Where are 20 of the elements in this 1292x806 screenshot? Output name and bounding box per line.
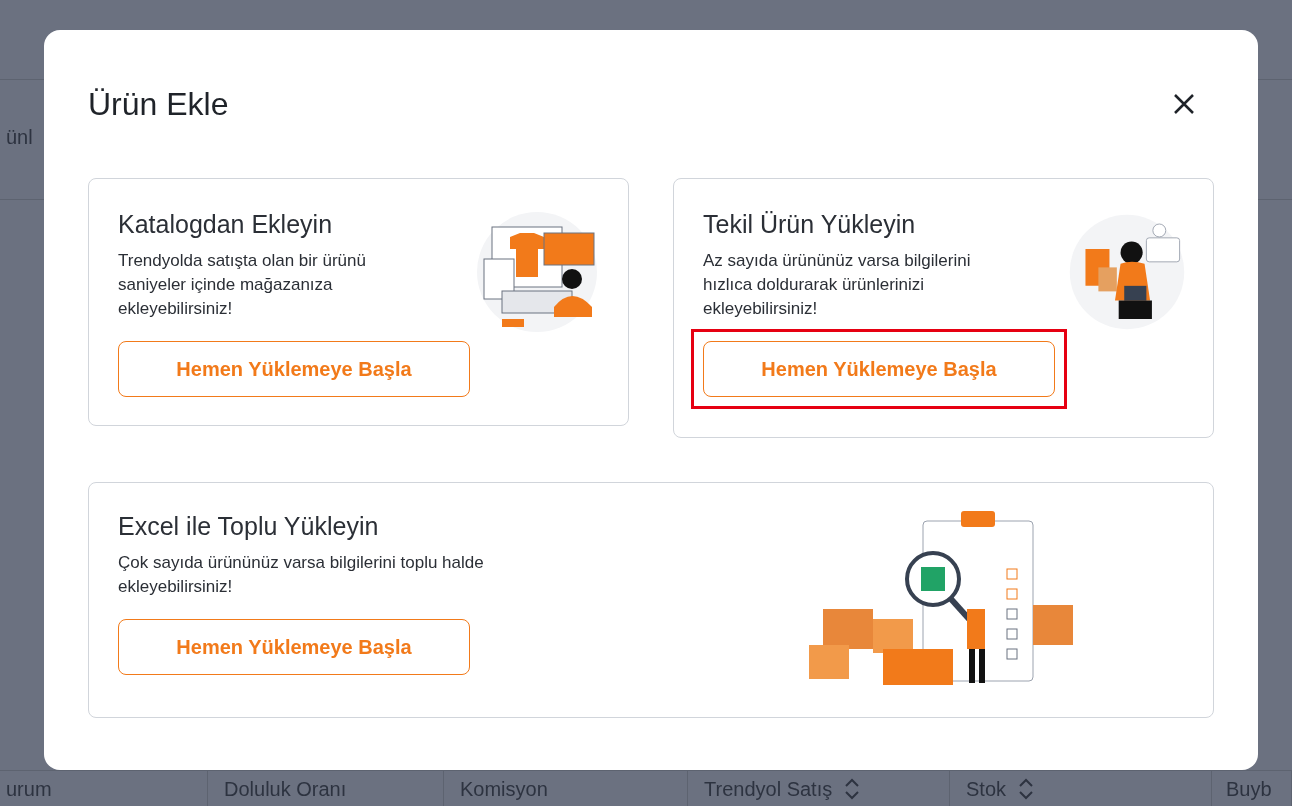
column-header: Trendyol Satış	[704, 776, 833, 802]
option-title: Katalogdan Ekleyin	[118, 209, 334, 240]
option-title: Excel ile Toplu Yükleyin	[118, 511, 380, 542]
option-description: Trendyolda satışta olan bir ürünü saniyeler içinde mağazanıza ekleyebilirsiniz!	[118, 250, 367, 320]
start-upload-button[interactable]: Hemen Yüklemeye Başla	[118, 341, 470, 397]
option-description: Az sayıda ürününüz varsa bilgilerini hızlıca doldurarak ürünlerinizi ekleyebilirsiniz!	[703, 250, 972, 320]
option-description: Çok sayıda ürününüz varsa bilgilerini toplu halde ekleyebilirsiniz!	[118, 552, 485, 598]
close-icon	[1173, 93, 1195, 115]
column-header: Komisyon	[460, 776, 548, 802]
start-upload-button[interactable]: Hemen Yüklemeye Başla	[118, 619, 470, 675]
column-header: Doluluk Oranı	[224, 776, 347, 802]
option-title: Tekil Ürün Yükleyin	[703, 209, 917, 240]
start-upload-button[interactable]: Hemen Yüklemeye Başla	[703, 341, 1055, 397]
column-label: ünl	[6, 126, 33, 148]
sort-icon[interactable]	[1018, 777, 1035, 800]
sort-icon[interactable]	[844, 777, 861, 800]
dialog-title: Ürün Ekle	[88, 85, 229, 124]
column-header: urum	[6, 776, 52, 802]
column-header: Stok	[966, 776, 1007, 802]
column-header: Buyb	[1226, 776, 1272, 802]
